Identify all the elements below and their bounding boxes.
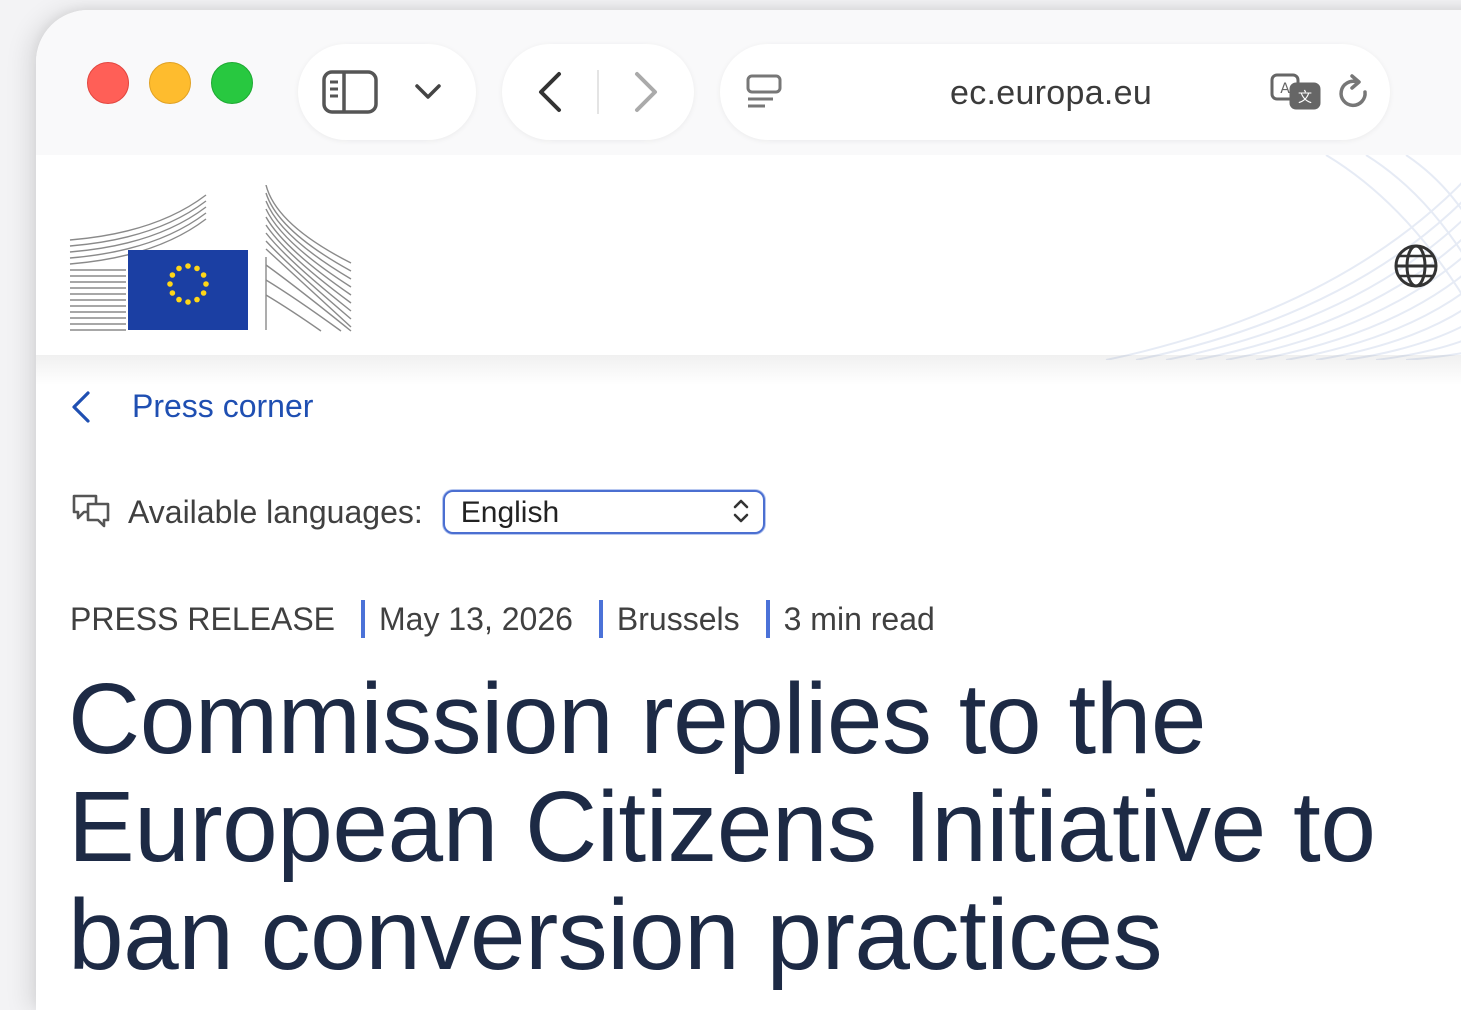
- article-type: PRESS RELEASE: [70, 600, 335, 637]
- globe-icon[interactable]: [1392, 242, 1440, 295]
- chevron-right-icon[interactable]: [626, 68, 666, 116]
- updown-arrows-icon: [731, 496, 751, 531]
- meta-separator: [765, 600, 770, 638]
- article-location: Brussels: [616, 600, 740, 637]
- chevron-down-icon[interactable]: [408, 74, 448, 110]
- language-selector-row: Available languages: English: [70, 490, 765, 534]
- sidebar-icon[interactable]: [320, 66, 380, 118]
- language-select[interactable]: English: [442, 490, 765, 534]
- address-bar[interactable]: ec.europa.eu A 文: [720, 44, 1390, 140]
- header-shadow: [36, 355, 1461, 385]
- page-title: Commission replies to the European Citiz…: [68, 665, 1461, 989]
- browser-window: ec.europa.eu A 文 Press corner Available …: [36, 10, 1461, 1010]
- site-header: [36, 155, 1461, 360]
- minimize-window-button[interactable]: [149, 62, 191, 104]
- breadcrumb-link-press-corner[interactable]: Press corner: [132, 388, 313, 425]
- chevron-left-icon[interactable]: [530, 68, 570, 116]
- reload-icon[interactable]: [1332, 72, 1376, 116]
- page-menu-icon[interactable]: [742, 70, 786, 116]
- article-date: May 13, 2026: [379, 600, 573, 637]
- meta-separator: [361, 600, 365, 638]
- navigation-control: [502, 44, 694, 140]
- article-meta: PRESS RELEASE May 13, 2026 Brussels 3 mi…: [70, 600, 935, 638]
- breadcrumb: Press corner: [70, 388, 313, 425]
- language-select-value: English: [460, 496, 560, 529]
- page-title-line: Commission replies to the: [68, 663, 1206, 775]
- translate-icon[interactable]: A 文: [1268, 70, 1324, 114]
- svg-text:A: A: [1280, 81, 1290, 97]
- close-window-button[interactable]: [87, 62, 129, 104]
- zoom-window-button[interactable]: [211, 62, 253, 104]
- nav-divider: [597, 70, 599, 114]
- page-title-line: European Citizens Initiative to: [68, 771, 1376, 883]
- sidebar-control: [298, 44, 476, 140]
- page-title-line: ban conversion practices: [68, 879, 1163, 991]
- european-commission-logo: [69, 185, 352, 332]
- speech-bubbles-icon: [70, 492, 112, 532]
- chevron-left-icon[interactable]: [70, 390, 92, 424]
- article-read-time: 3 min read: [783, 600, 935, 637]
- meta-separator: [598, 600, 603, 638]
- browser-toolbar: ec.europa.eu A 文: [36, 10, 1461, 155]
- svg-text:文: 文: [1298, 90, 1312, 106]
- url-text: ec.europa.eu: [950, 74, 1153, 112]
- available-languages-label: Available languages:: [128, 493, 423, 530]
